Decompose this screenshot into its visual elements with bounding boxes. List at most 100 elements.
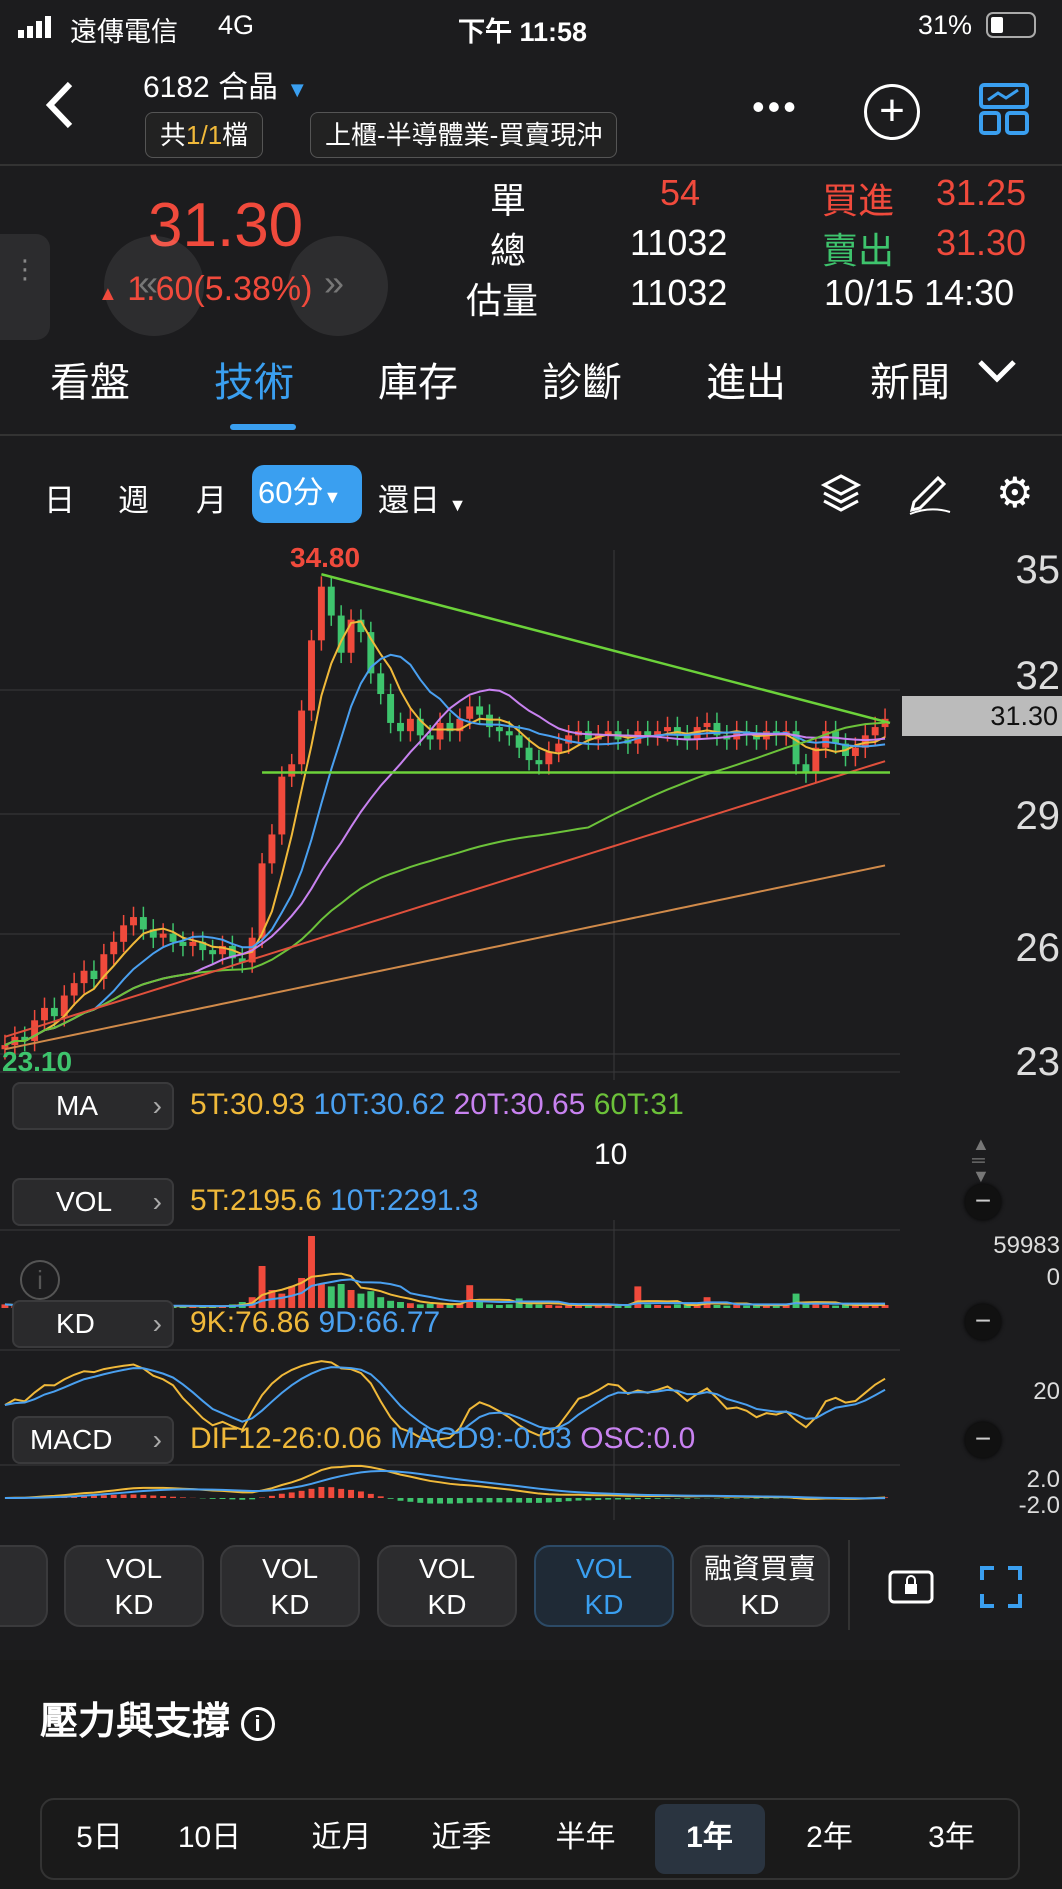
fullscreen-icon[interactable] — [980, 1566, 1022, 1613]
candle-body — [436, 722, 444, 740]
candle-body — [268, 834, 276, 864]
draw-pen-icon[interactable] — [906, 472, 954, 521]
macd9-value: MACD9:-0.03 — [390, 1422, 572, 1455]
period-tab[interactable]: 10日 — [162, 1812, 257, 1856]
info-icon[interactable]: i — [20, 1260, 60, 1300]
period-tab[interactable]: 近月 — [294, 1812, 389, 1856]
volume-bar — [337, 1283, 345, 1308]
candle-body — [664, 727, 671, 732]
info-icon[interactable]: i — [240, 1706, 275, 1741]
period-week[interactable]: 週 — [118, 475, 149, 520]
ma-indicator-button[interactable]: MA › — [12, 1082, 174, 1130]
osc-bar — [476, 1498, 483, 1503]
candle-body — [278, 776, 286, 835]
signal-icon — [18, 14, 54, 45]
osc-bar — [229, 1498, 236, 1500]
preset-button[interactable] — [0, 1545, 48, 1627]
candle-body — [703, 722, 711, 728]
osc-bar — [387, 1498, 394, 1499]
layers-icon[interactable] — [820, 472, 862, 519]
active-tab-indicator — [230, 424, 296, 430]
osc-bar — [219, 1498, 226, 1500]
candle-body — [476, 706, 484, 715]
osc-bar — [100, 1495, 107, 1498]
label-single: 單 — [490, 180, 527, 221]
preset-button[interactable]: VOL KD — [220, 1545, 360, 1627]
volume-bar — [812, 1304, 820, 1308]
candle-body — [426, 735, 434, 740]
technical-chart[interactable] — [0, 540, 1062, 1540]
period-60min-label: 60分 — [258, 475, 324, 510]
stock-selector[interactable]: 6182 合晶 ▼ — [143, 62, 308, 106]
preset-button[interactable]: VOL KD — [377, 1545, 517, 1627]
candle-body — [851, 747, 859, 756]
tab-news[interactable]: 新聞 — [870, 350, 950, 408]
period-tab[interactable]: 近季 — [414, 1812, 509, 1856]
ma-label: MA — [56, 1090, 98, 1121]
adjust-label: 還日 — [378, 483, 440, 518]
layout-icon[interactable] — [978, 82, 1030, 141]
current-price-tag: 31.30 — [902, 696, 1062, 736]
period-day[interactable]: 日 — [44, 475, 75, 520]
remove-macd-button[interactable]: − — [965, 1422, 1001, 1458]
chevron-left-icon — [45, 81, 73, 129]
osc-bar — [723, 1498, 730, 1499]
vol-tick: 0 — [1046, 1264, 1060, 1291]
candle-body — [397, 722, 404, 732]
candle-body — [70, 983, 78, 996]
k-value: 9K:76.86 — [190, 1306, 311, 1339]
period-60min[interactable]: 60分▼ — [252, 465, 362, 523]
macd-indicator-button[interactable]: MACD › — [12, 1416, 174, 1464]
tab-technical[interactable]: 技術 — [214, 350, 294, 408]
tab-overview[interactable]: 看盤 — [50, 350, 130, 408]
back-button[interactable] — [44, 80, 74, 130]
ma60-value: 60T:31 — [593, 1088, 684, 1121]
more-icon[interactable]: ••• — [752, 86, 799, 128]
period-tab[interactable]: 半年 — [538, 1812, 633, 1856]
period-tab[interactable]: 2年 — [782, 1812, 877, 1856]
add-icon[interactable]: + — [864, 84, 920, 140]
x-axis-tick: 10 — [594, 1138, 628, 1171]
candle-body — [120, 925, 128, 942]
ma5-line — [4, 620, 886, 1047]
remove-kd-button[interactable]: − — [965, 1304, 1001, 1340]
kd-indicator-button[interactable]: KD › — [12, 1300, 174, 1348]
period-month[interactable]: 月 — [196, 475, 227, 520]
lock-icon[interactable] — [888, 1566, 934, 1611]
adjust-dropdown[interactable]: 還日 ▼ — [378, 475, 466, 520]
ma20-line — [4, 688, 886, 1047]
volume-bar — [832, 1305, 840, 1308]
vol-indicator-button[interactable]: VOL › — [12, 1178, 174, 1226]
side-menu-handle[interactable]: ⋮ — [0, 234, 50, 340]
tab-inventory[interactable]: 庫存 — [378, 350, 458, 408]
market-badge[interactable]: 上櫃-半導體業-買賣現沖 — [310, 112, 618, 158]
osc-bar — [367, 1493, 374, 1498]
section-title: 壓力與支撐 i — [40, 1690, 275, 1745]
osc-bar — [318, 1486, 325, 1498]
osc-bar — [278, 1493, 285, 1498]
osc-bar — [466, 1498, 473, 1503]
preset-button-active[interactable]: VOL KD — [534, 1545, 674, 1627]
osc-bar — [595, 1498, 602, 1500]
preset-button[interactable]: 融資買賣 KD — [690, 1545, 830, 1627]
osc-bar — [753, 1498, 760, 1499]
osc-bar — [288, 1492, 295, 1498]
candle-body — [139, 917, 147, 930]
ma120-line — [4, 760, 886, 1038]
ma10-value: 10T:30.62 — [313, 1088, 446, 1121]
candle-body — [377, 673, 385, 695]
period-tab[interactable]: 5日 — [52, 1812, 147, 1856]
settings-gear-icon[interactable]: ⚙ — [996, 472, 1034, 514]
file-count-badge[interactable]: 共1/1檔 — [145, 112, 264, 158]
file-count: 1/1 — [186, 120, 223, 150]
tab-diagnosis[interactable]: 診斷 — [542, 350, 622, 408]
tab-inout[interactable]: 進出 — [706, 350, 786, 408]
tabs-more-button[interactable] — [960, 346, 1060, 396]
resize-handle-icon[interactable]: ▲ ═ ▼ — [972, 1135, 990, 1185]
period-tab[interactable]: 1年 — [662, 1812, 757, 1856]
remove-vol-button[interactable]: − — [965, 1184, 1001, 1220]
osc-bar — [555, 1498, 562, 1502]
volume-bar — [525, 1303, 533, 1308]
period-tab[interactable]: 3年 — [904, 1812, 999, 1856]
preset-button[interactable]: VOL KD — [64, 1545, 204, 1627]
